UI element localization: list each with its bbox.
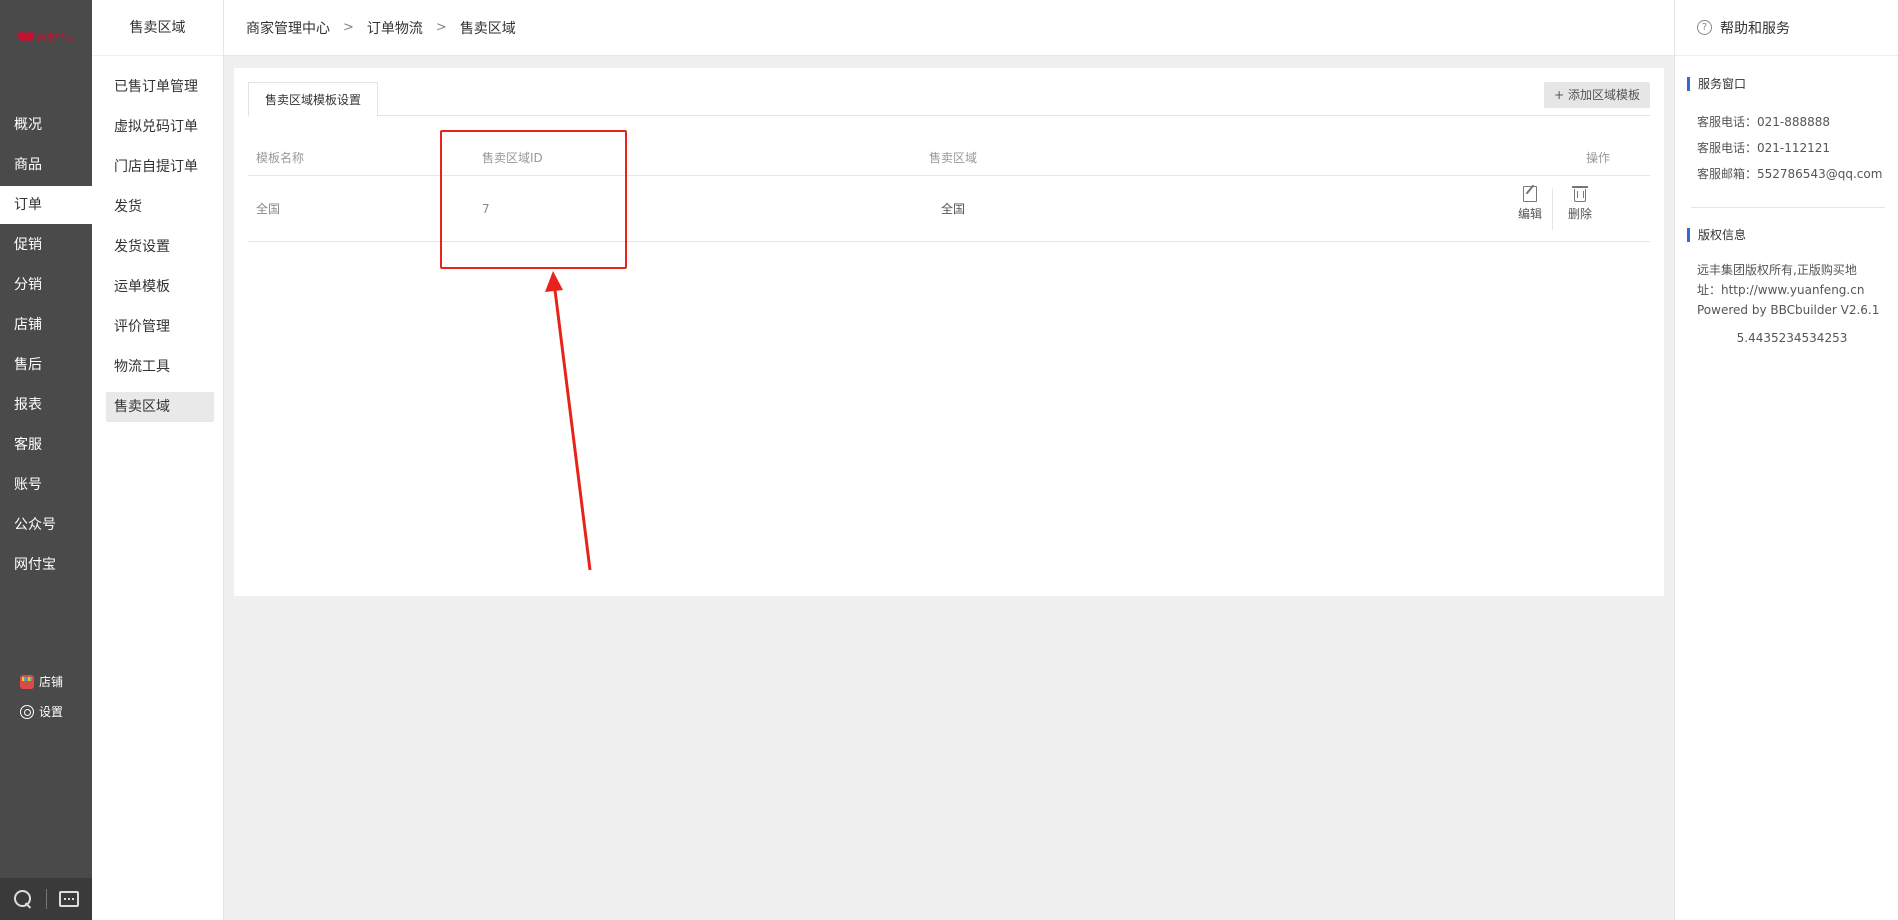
column-header-sales-area: 售卖区域 [928,151,977,165]
settings-link-label: 设置 [39,705,64,719]
edit-button[interactable]: 编辑 [1510,186,1550,222]
service-phone-2: 客服电话：021-112121 [1697,141,1831,155]
main-sidebar: 商家中心 概况 商品 订单 促销 分销 店铺 售后 报表 客服 账号 公众号 网… [0,0,92,920]
tab-sales-area-template-settings[interactable]: 售卖区域模板设置 [248,82,379,117]
breadcrumb-item-sales-area: 售卖区域 [459,20,516,37]
main-nav-item-after-sales[interactable]: 售后 [0,346,92,384]
question-circle-icon: ? [1697,20,1712,35]
main-nav-item-official-account[interactable]: 公众号 [0,506,92,544]
chat-icon [59,891,80,907]
add-area-template-button[interactable]: + 添加区域模板 [1544,82,1650,108]
help-panel-header[interactable]: ? 帮助和服务 [1675,0,1898,56]
service-phone-1: 客服电话：021-888888 [1697,115,1831,129]
logo[interactable]: 商家中心 [18,30,73,43]
sub-nav-item-virtual-orders[interactable]: 虚拟兑码订单 [106,112,214,142]
sidebar-footer [0,878,92,920]
store-link-label: 店铺 [39,675,64,689]
column-header-actions: 操作 [1585,151,1610,165]
settings-link[interactable]: 设置 [20,703,63,720]
logo-text: 商家中心 [37,33,74,43]
message-button[interactable] [47,878,93,920]
sub-sidebar-title: 售卖区域 [92,0,223,56]
annotation-highlight-box [440,130,627,269]
main-nav-item-overview[interactable]: 概况 [0,106,92,144]
help-panel: ? 帮助和服务 服务窗口 客服电话：021-888888 客服电话：021-11… [1674,0,1898,920]
breadcrumb: 商家管理中心 > 订单物流 > 售卖区域 [224,0,1674,56]
sub-nav-item-shipping-settings[interactable]: 发货设置 [106,232,214,262]
powered-by-text: Powered by BBCbuilder V2.6.1 [1697,303,1880,317]
help-divider [1691,207,1885,208]
sub-nav-item-pickup-orders[interactable]: 门店自提订单 [106,152,214,182]
main-nav-item-reports[interactable]: 报表 [0,386,92,424]
chevron-right-icon: > [435,20,447,35]
breadcrumb-item-order-logistics[interactable]: 订单物流 [367,18,423,38]
tab-bar: 售卖区域模板设置 + 添加区域模板 [248,82,1650,117]
service-email: 客服邮箱：552786543@qq.com [1697,167,1883,181]
main-nav-item-store[interactable]: 店铺 [0,306,92,344]
store-icon [20,674,34,689]
main-nav-item-promotion[interactable]: 促销 [0,226,92,264]
search-button[interactable] [0,878,46,920]
main-nav-item-orders[interactable]: 订单 [0,186,92,224]
sub-nav-item-sold-orders[interactable]: 已售订单管理 [106,72,214,102]
service-section-title: 服务窗口 [1687,77,1746,91]
logo-mark-icon [18,32,34,41]
sub-nav-item-reviews[interactable]: 评价管理 [106,312,214,342]
main-nav-item-account[interactable]: 账号 [0,466,92,504]
sub-nav-item-shipping[interactable]: 发货 [106,192,214,222]
column-header-template-name: 模板名称 [256,151,305,165]
copyright-section-title: 版权信息 [1687,228,1746,242]
edit-icon [1523,186,1537,202]
main-nav-item-distribution[interactable]: 分销 [0,266,92,304]
sub-nav-item-sales-area[interactable]: 售卖区域 [106,392,214,422]
main-nav-item-goods[interactable]: 商品 [0,146,92,184]
sub-sidebar: 售卖区域 已售订单管理 虚拟兑码订单 门店自提订单 发货 发货设置 运单模板 评… [92,0,224,920]
help-panel-title: 帮助和服务 [1720,20,1790,37]
delete-button[interactable]: 删除 [1560,186,1600,222]
cell-sales-area: 全国 [940,202,965,216]
edit-button-label: 编辑 [1517,207,1542,221]
sub-nav-item-logistics-tools[interactable]: 物流工具 [106,352,214,382]
main-nav-item-customer-service[interactable]: 客服 [0,426,92,464]
cell-template-name: 全国 [256,202,281,216]
version-number: 5.4435234534253 [1736,331,1848,345]
copyright-text: 远丰集团版权所有,正版购买地址：http://www.yuanfeng.cn [1697,263,1865,297]
delete-button-label: 删除 [1567,207,1592,221]
trash-icon [1572,186,1588,202]
gear-icon [20,704,34,719]
action-divider [1552,188,1553,230]
store-link[interactable]: 店铺 [20,673,63,690]
chevron-right-icon: > [343,20,354,35]
breadcrumb-item-merchant-center[interactable]: 商家管理中心 [246,18,330,38]
sub-nav-item-waybill-templates[interactable]: 运单模板 [106,272,214,302]
search-icon [13,890,32,908]
main-nav-item-wangfubao[interactable]: 网付宝 [0,546,92,584]
